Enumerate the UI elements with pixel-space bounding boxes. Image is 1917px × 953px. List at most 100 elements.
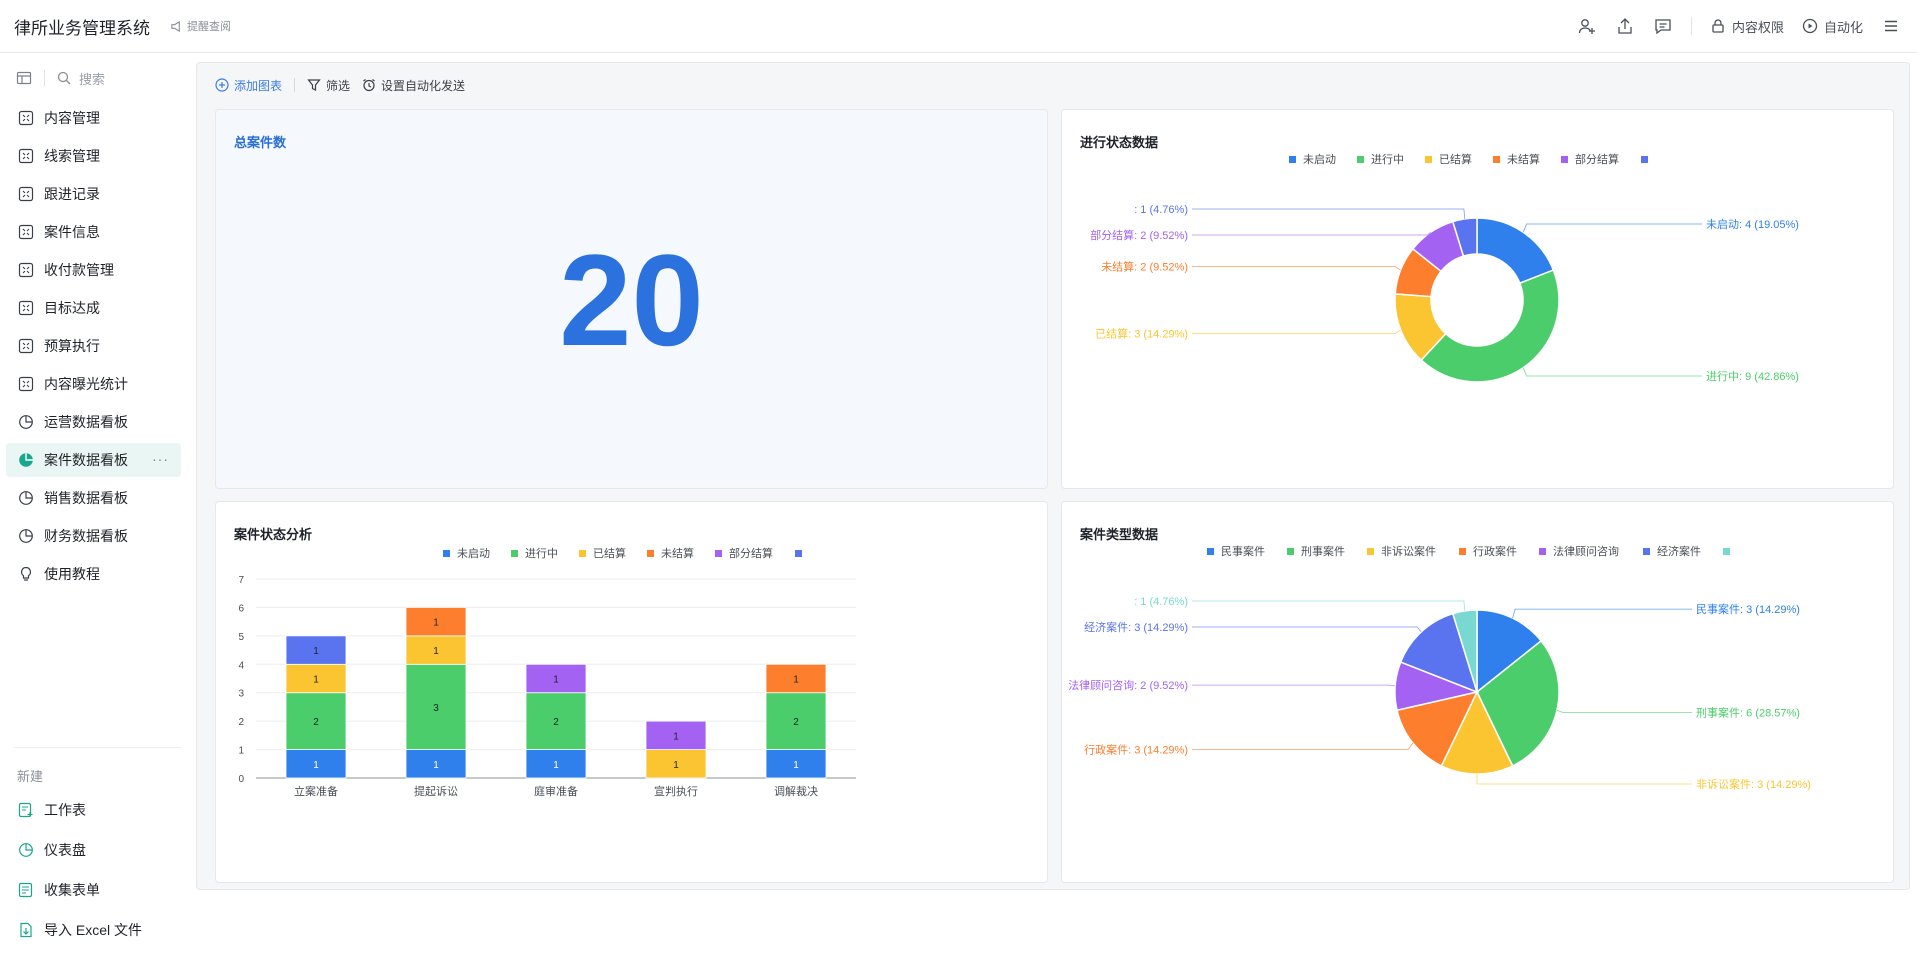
sidebar-item[interactable]: 预算执行 xyxy=(6,329,181,363)
comment-icon xyxy=(1655,19,1671,35)
pie-icon xyxy=(18,414,34,430)
new-section-label: 新建 xyxy=(17,769,44,784)
legend-item[interactable]: 已结算 xyxy=(1425,152,1472,166)
sidebar-item[interactable]: 收付款管理 xyxy=(6,253,181,287)
legend-label: 已结算 xyxy=(593,546,626,560)
sidebar-item[interactable]: 跟进记录 xyxy=(6,177,181,211)
pie-icon xyxy=(18,490,34,506)
y-tick-label: 3 xyxy=(238,689,244,700)
add-member-button[interactable] xyxy=(1577,16,1597,36)
bar-value-label: 1 xyxy=(433,646,439,657)
lock-icon xyxy=(1712,19,1724,33)
legend-swatch xyxy=(1723,548,1730,555)
sidebar-item[interactable]: 内容曝光统计 xyxy=(6,367,181,401)
sidebar-item-label: 收付款管理 xyxy=(44,262,114,278)
table-icon xyxy=(18,110,34,126)
automation-button[interactable]: 自动化 xyxy=(1802,17,1863,36)
legend-label: 未结算 xyxy=(661,546,694,560)
sidebar-item[interactable]: 销售数据看板 xyxy=(6,481,181,515)
legend-item[interactable]: 部分结算 xyxy=(1561,152,1619,166)
menu-button[interactable] xyxy=(1881,16,1901,36)
add-chart-label: 添加图表 xyxy=(234,78,283,93)
pie-leader-line xyxy=(1192,329,1401,335)
more-options-icon[interactable]: ··· xyxy=(152,451,169,467)
legend-item[interactable]: 进行中 xyxy=(1357,153,1404,166)
legend-item[interactable]: 法律顾问咨询 xyxy=(1539,544,1619,558)
legend-item[interactable]: 进行中 xyxy=(511,547,558,560)
table-icon xyxy=(18,300,34,316)
bulb-icon xyxy=(18,566,34,582)
legend-item[interactable]: 行政案件 xyxy=(1459,544,1517,558)
reminder-hint-label: 提醒查阅 xyxy=(187,21,231,33)
new-item[interactable]: 仪表盘 xyxy=(6,833,181,867)
pie-slice[interactable] xyxy=(1420,269,1560,383)
legend-item[interactable] xyxy=(1723,548,1730,555)
legend-label: 非诉讼案件 xyxy=(1381,544,1436,558)
new-item[interactable]: 收集表单 xyxy=(6,873,181,907)
sidebar-item[interactable]: 使用教程 xyxy=(6,557,181,591)
sidebar-item[interactable]: 案件数据看板 ··· xyxy=(6,443,181,477)
y-tick-label: 1 xyxy=(238,746,244,757)
x-tick-label: 调解裁决 xyxy=(774,784,818,798)
total-cases-title: 总案件数 xyxy=(234,135,287,150)
new-item[interactable]: 导入 Excel 文件 xyxy=(6,913,181,947)
bar-value-label: 3 xyxy=(433,703,439,714)
table-icon xyxy=(18,262,34,278)
pie-data-label: 已结算: 3 (14.29%) xyxy=(1095,327,1188,341)
legend-label: 民事案件 xyxy=(1221,544,1265,558)
legend-item[interactable]: 部分结算 xyxy=(715,546,773,560)
add-chart-button[interactable]: 添加图表 xyxy=(215,77,282,94)
layout-toggle-icon[interactable] xyxy=(16,70,32,86)
pie-leader-line xyxy=(1192,265,1401,271)
comment-button[interactable] xyxy=(1653,16,1673,36)
pie-leader-line xyxy=(1192,208,1466,219)
legend-item[interactable]: 未结算 xyxy=(647,546,694,560)
pie-slice[interactable] xyxy=(1476,217,1555,285)
new-item[interactable]: 工作表 xyxy=(6,793,181,827)
sidebar-item[interactable]: 财务数据看板 xyxy=(6,519,181,553)
share-button[interactable] xyxy=(1615,16,1635,36)
total-cases-card[interactable]: 总案件数 20 xyxy=(215,109,1048,489)
legend-item[interactable]: 经济案件 xyxy=(1643,544,1701,558)
legend-item[interactable] xyxy=(795,550,802,557)
y-tick-label: 5 xyxy=(238,632,244,643)
case-type-pie-chart: 民事案件 刑事案件 非诉讼案件 行政案件 法律顾问咨询 经济案件民事案件: 3 (14.2… xyxy=(1068,544,1811,791)
header-actions: 内容权限 自动化 xyxy=(1577,0,1901,52)
legend-item[interactable]: 已结算 xyxy=(579,546,626,560)
filter-button[interactable]: 筛选 xyxy=(307,77,350,94)
stacked-bar-card[interactable]: 案件状态分析 未启动 进行中 已结算 未结算 部分结算 0 1 2 3 4 5 6 7 1 2 1 1 立案准备 1… xyxy=(215,501,1048,883)
pie-data-label: : 1 (4.76%) xyxy=(1134,596,1188,608)
toolbar-divider xyxy=(294,78,296,92)
pie-icon xyxy=(18,528,34,544)
bar-value-label: 1 xyxy=(673,731,679,742)
sidebar-item[interactable]: 案件信息 xyxy=(6,215,181,249)
header-divider xyxy=(1690,17,1692,35)
pie-data-label: 未启动: 4 (19.05%) xyxy=(1706,218,1799,231)
sidebar-item[interactable]: 内容管理 xyxy=(6,101,181,135)
legend-label: 未结算 xyxy=(1507,152,1540,166)
legend-item[interactable]: 非诉讼案件 xyxy=(1367,544,1436,558)
play-circle-icon xyxy=(1802,18,1818,34)
auto-send-button[interactable]: 设置自动化发送 xyxy=(362,77,465,94)
legend-item[interactable] xyxy=(1641,156,1648,163)
legend-item[interactable]: 刑事案件 xyxy=(1287,544,1345,558)
legend-swatch xyxy=(1289,156,1296,163)
type-pie-card[interactable]: 案件类型数据 民事案件 刑事案件 非诉讼案件 行政案件 法律顾问咨询 经济案件 民事案件: … xyxy=(1061,501,1894,883)
pie-data-label: 法律顾问咨询: 2 (9.52%) xyxy=(1068,678,1188,692)
permission-button[interactable]: 内容权限 xyxy=(1710,17,1784,36)
legend-swatch xyxy=(1425,156,1432,163)
legend-item[interactable]: 未启动 xyxy=(443,547,490,560)
chart-legend: 民事案件 刑事案件 非诉讼案件 行政案件 法律顾问咨询 经济案件 xyxy=(1207,544,1730,558)
sidebar-item[interactable]: 目标达成 xyxy=(6,291,181,325)
status-pie-card[interactable]: 进行状态数据 未启动 进行中 已结算 未结算 部分结算 未启动: 4 (19.05%) 进行… xyxy=(1061,109,1894,489)
legend-item[interactable]: 未结算 xyxy=(1493,152,1540,166)
sidebar-item[interactable]: 线索管理 xyxy=(6,139,181,173)
sidebar-search[interactable]: 搜索 xyxy=(57,69,105,88)
sheet-icon xyxy=(18,802,34,818)
legend-item[interactable]: 民事案件 xyxy=(1207,544,1265,558)
legend-item[interactable]: 未启动 xyxy=(1289,153,1336,166)
auto-send-label: 设置自动化发送 xyxy=(381,78,466,93)
reminder-hint[interactable]: 提醒查阅 xyxy=(170,18,231,34)
import-icon xyxy=(18,922,34,938)
sidebar-item[interactable]: 运营数据看板 xyxy=(6,405,181,439)
